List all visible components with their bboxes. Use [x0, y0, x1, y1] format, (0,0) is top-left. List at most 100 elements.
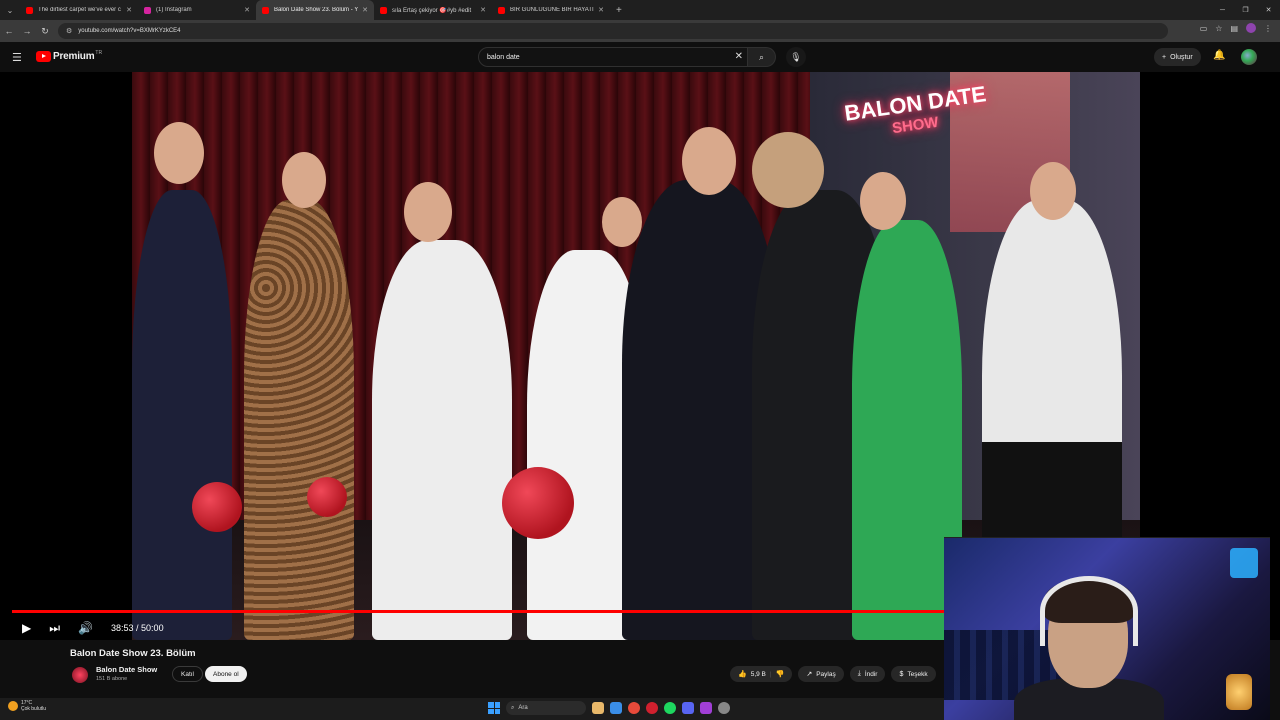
- dislike-icon[interactable]: 👎: [776, 670, 785, 678]
- search-button[interactable]: ⌕: [748, 47, 776, 67]
- profile-avatar[interactable]: [1246, 23, 1256, 33]
- progress-fill: [12, 610, 989, 613]
- chrome-icon[interactable]: [628, 702, 640, 714]
- bookmark-star-icon[interactable]: ☆: [1215, 24, 1222, 33]
- browser-tab[interactable]: BİR GÜNLÜĞÜNE BİR HAYATI D ✕: [492, 0, 610, 20]
- neon-figure-decor: [1230, 548, 1258, 578]
- channel-name[interactable]: Balon Date Show: [96, 665, 157, 674]
- tab-title: sıla Ertaş çekiyor 🎯#yb #edit: [392, 7, 472, 14]
- minimize-icon[interactable]: ─: [1211, 7, 1234, 14]
- reload-button[interactable]: ↻: [36, 26, 54, 37]
- download-label: İndir: [864, 670, 878, 678]
- weather-widget[interactable]: 17°C Çok bulutlu: [8, 700, 46, 712]
- weather-condition: Çok bulutlu: [21, 706, 47, 712]
- search-input[interactable]: balon date ✕: [478, 47, 748, 67]
- store-icon[interactable]: [610, 702, 622, 714]
- obs-icon[interactable]: [700, 702, 712, 714]
- close-tab-icon[interactable]: ✕: [244, 6, 250, 14]
- create-button[interactable]: + Oluştur: [1154, 48, 1201, 66]
- close-tab-icon[interactable]: ✕: [362, 6, 368, 14]
- neon-sign: BALON DATE SHOW: [840, 80, 990, 145]
- menu-icon[interactable]: ☰: [12, 51, 22, 64]
- close-window-icon[interactable]: ✕: [1257, 6, 1280, 14]
- window-controls: ─ ❐ ✕: [1211, 0, 1280, 20]
- browser-tab[interactable]: (1) Instagram ✕: [138, 0, 256, 20]
- channel-avatar[interactable]: [72, 667, 88, 683]
- tab-favicon-icon: [144, 6, 151, 14]
- duration: 50:00: [141, 623, 164, 633]
- forward-button[interactable]: →: [18, 26, 36, 36]
- plus-icon: +: [1162, 53, 1167, 61]
- tab-favicon-icon: [498, 6, 505, 14]
- person-head: [1030, 162, 1076, 220]
- balloon: [502, 467, 574, 539]
- tab-favicon-icon: [262, 6, 269, 14]
- notifications-bell-icon[interactable]: 🔔: [1213, 50, 1225, 61]
- youtube-logo[interactable]: Premium TR: [36, 49, 103, 62]
- close-tab-icon[interactable]: ✕: [598, 6, 604, 14]
- person-head: [404, 182, 452, 242]
- tab-title: BİR GÜNLÜĞÜNE BİR HAYATI D: [510, 7, 595, 13]
- player-controls: ▶ ⏭ 🔊 38:53 / 50:00: [0, 616, 940, 640]
- browser-tab[interactable]: sıla Ertaş çekiyor 🎯#yb #edit ✕: [374, 0, 492, 20]
- logo-text: Premium: [53, 51, 95, 62]
- browser-toolbar: ← → ↻ ⚙ youtube.com/watch?v=BXMrKYzkCE4 …: [0, 20, 1280, 42]
- subscribe-button[interactable]: Abone ol: [205, 666, 247, 682]
- person-head: [602, 197, 642, 247]
- browser-tab[interactable]: The dirtiest carpet we've ever c ✕: [20, 0, 138, 20]
- balloon: [192, 482, 242, 532]
- back-button[interactable]: ←: [0, 26, 18, 36]
- share-button[interactable]: ↗ Paylaş: [798, 666, 844, 682]
- browser-tab[interactable]: Balon Date Show 23. Bölüm - Y ✕: [256, 0, 374, 20]
- voice-search-button[interactable]: 🎙: [786, 47, 806, 67]
- clear-search-icon[interactable]: ✕: [735, 51, 743, 62]
- tab-favicon-icon: [380, 6, 387, 14]
- restore-icon[interactable]: ❐: [1234, 6, 1257, 14]
- play-icon[interactable]: ▶: [22, 621, 31, 635]
- thanks-button[interactable]: $ Teşekk: [891, 666, 936, 682]
- tab-favicon-icon: [26, 6, 33, 14]
- opera-icon[interactable]: [646, 702, 658, 714]
- spotify-icon[interactable]: [664, 702, 676, 714]
- cast-icon[interactable]: ▭: [1200, 24, 1208, 33]
- close-tab-icon[interactable]: ✕: [480, 6, 486, 14]
- search-query: balon date: [487, 53, 520, 61]
- youtube-header: ☰ Premium TR balon date ✕ ⌕ 🎙 + Oluştur …: [0, 42, 1280, 72]
- like-count[interactable]: 5,9 B: [751, 671, 766, 678]
- next-icon[interactable]: ⏭: [49, 621, 60, 636]
- tab-list: The dirtiest carpet we've ever c ✕ (1) Ins…: [20, 0, 610, 20]
- address-bar[interactable]: ⚙ youtube.com/watch?v=BXMrKYzkCE4: [58, 23, 1168, 39]
- person-head: [752, 132, 824, 208]
- like-divider: |: [769, 670, 772, 678]
- windows-start-icon[interactable]: [488, 702, 500, 714]
- webcam-overlay: [944, 537, 1270, 720]
- explorer-icon[interactable]: [592, 702, 604, 714]
- close-tab-icon[interactable]: ✕: [126, 6, 132, 14]
- person-head: [682, 127, 736, 195]
- site-info-icon[interactable]: ⚙: [66, 27, 72, 35]
- settings-gear-icon[interactable]: [718, 702, 730, 714]
- person-head: [154, 122, 204, 184]
- volume-icon[interactable]: 🔊: [78, 621, 93, 635]
- windows-taskbar: 17°C Çok bulutlu ⌕ Ara: [0, 698, 944, 720]
- create-label: Oluştur: [1170, 53, 1193, 61]
- new-tab-button[interactable]: +: [616, 5, 622, 16]
- download-button[interactable]: ⤓ İndir: [849, 666, 886, 682]
- time-display: 38:53 / 50:00: [111, 623, 164, 633]
- headset: [1040, 576, 1138, 646]
- youtube-play-icon: [36, 51, 51, 62]
- taskbar-search[interactable]: ⌕ Ara: [506, 701, 586, 715]
- discord-icon[interactable]: [682, 702, 694, 714]
- video-title: Balon Date Show 23. Bölüm: [70, 648, 196, 659]
- extensions-icon[interactable]: ▤: [1230, 24, 1238, 33]
- person-silhouette: [132, 190, 232, 640]
- tab-search-icon[interactable]: ⌄: [0, 0, 20, 20]
- weather-text-group: 17°C Çok bulutlu: [21, 700, 46, 712]
- like-icon[interactable]: 👍: [738, 670, 747, 678]
- logo-country: TR: [95, 49, 103, 56]
- chrome-menu-icon[interactable]: ⋮: [1264, 24, 1272, 33]
- account-avatar[interactable]: [1241, 49, 1257, 65]
- person-silhouette: [372, 240, 512, 640]
- share-icon: ↗: [806, 671, 813, 678]
- join-button[interactable]: Katıl: [172, 666, 204, 682]
